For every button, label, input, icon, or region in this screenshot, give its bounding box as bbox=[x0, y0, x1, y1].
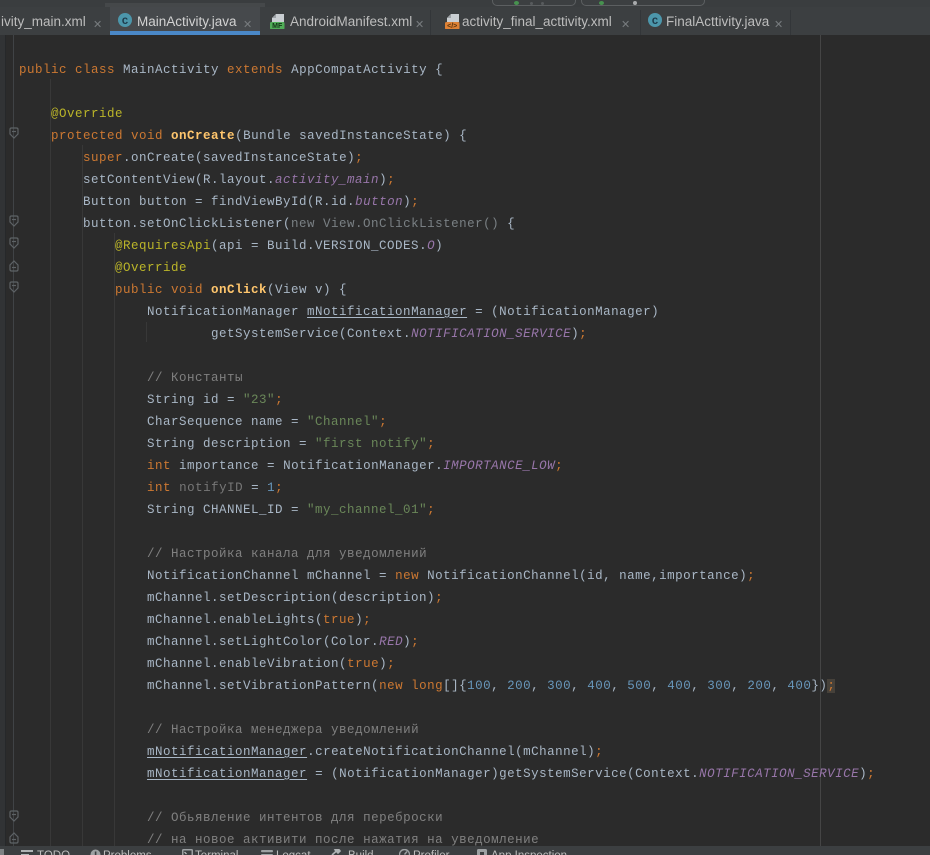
svg-text:C: C bbox=[122, 16, 129, 28]
svg-text:MF: MF bbox=[272, 23, 283, 29]
svg-text:C: C bbox=[652, 16, 659, 28]
svg-text:</>: </> bbox=[447, 23, 457, 29]
